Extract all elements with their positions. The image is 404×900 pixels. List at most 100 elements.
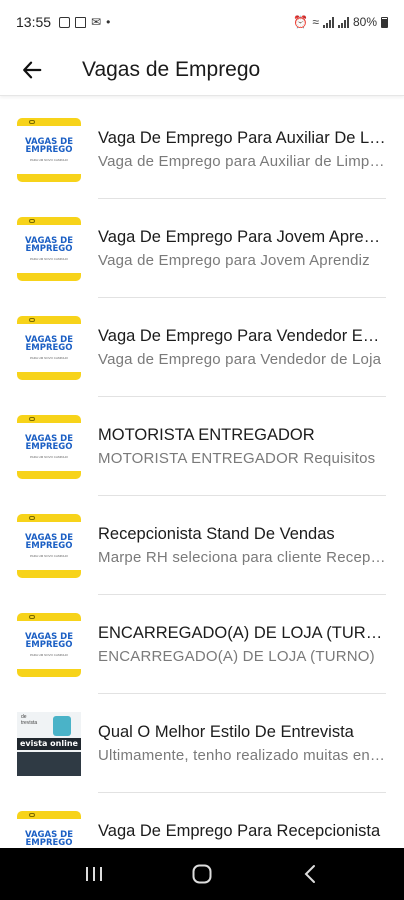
- list-item-title: MOTORISTA ENTREGADOR: [98, 426, 315, 444]
- image-icon: [59, 16, 71, 28]
- list-item-subtitle: Vaga de Emprego para Jovem Aprendiz: [98, 252, 370, 269]
- logo-subtext: PARA UM NOVO CAMINHO: [30, 454, 68, 459]
- logo-text: VAGAS DE EMPREGO: [24, 433, 74, 452]
- list-item-subtitle: ENCARREGADO(A) DE LOJA (TURNO): [98, 648, 375, 665]
- list-item-subtitle: MOTORISTA ENTREGADOR Requisitos: [98, 450, 376, 467]
- list-item-title: Vaga De Emprego Para Jovem Aprendiz: [98, 228, 386, 246]
- list-item-subtitle: Vaga de Emprego para Auxiliar de Limpeza: [98, 153, 386, 170]
- clip-icon: [29, 614, 35, 619]
- job-thumbnail: VAGAS DE EMPREGO PARA UM NOVO CAMINHO: [17, 612, 81, 677]
- clip-icon: [29, 119, 35, 124]
- list-item-text: ENCARREGADO(A) DE LOJA (TURNO) ENCARREGAD…: [98, 624, 404, 665]
- list-item-text: Qual O Melhor Estilo De Entrevista Ultima…: [98, 723, 404, 764]
- list-item-subtitle: Marpe RH seleciona para cliente Recepcio…: [98, 549, 386, 566]
- list-item-title: Vaga De Emprego Para Vendedor Externo: [98, 327, 386, 345]
- thumb-text: evista online: [17, 737, 81, 750]
- screen-icon: [75, 16, 87, 28]
- logo-text: VAGAS DE EMPREGO: [24, 136, 74, 155]
- status-bar: 13:55 ✉ • ⏰ ≈ 80%: [0, 0, 404, 44]
- battery-icon: [381, 16, 388, 28]
- job-thumbnail: VAGAS DE EMPREGO PARA UM NOVO CAMINHO: [17, 117, 81, 182]
- list-item[interactable]: VAGAS DE EMPREGO PARA UM NOVO CAMINHO Vaga…: [0, 100, 404, 199]
- list-item-text: Vaga De Emprego Para Jovem Aprendiz Vaga …: [98, 228, 404, 269]
- signal-icon: [337, 16, 349, 28]
- logo-subtext: PARA UM NOVO CAMINHO: [30, 652, 68, 657]
- clip-icon: [29, 812, 35, 817]
- logo-card: VAGAS DE EMPREGOPARA UM NOVO CAMINHO: [17, 818, 81, 848]
- list-item-text: Vaga De Emprego Para Vendedor Externo Vag…: [98, 327, 404, 368]
- list-item[interactable]: VAGAS DE EMPREGO PARA UM NOVO CAMINHO Vaga…: [0, 199, 404, 298]
- logo-card: VAGAS DE EMPREGO PARA UM NOVO CAMINHO: [17, 323, 81, 372]
- recents-button[interactable]: [64, 848, 124, 900]
- logo-text: VAGAS DE EMPREGO: [24, 235, 74, 254]
- list-item[interactable]: VAGAS DE EMPREGO PARA UM NOVO CAMINHO Rece…: [0, 496, 404, 595]
- entrevista-image: de trevista evista online: [17, 711, 81, 776]
- arrow-left-icon: [23, 61, 42, 78]
- job-thumbnail: VAGAS DE EMPREGO PARA UM NOVO CAMINHO: [17, 315, 81, 380]
- home-icon: [192, 864, 212, 884]
- list-item-title: Vaga De Emprego Para Auxiliar De Limpeza: [98, 129, 386, 147]
- job-list[interactable]: VAGAS DE EMPREGO PARA UM NOVO CAMINHO Vaga…: [0, 100, 404, 848]
- vagas-logo: VAGAS DE EMPREGO PARA UM NOVO CAMINHO: [17, 414, 81, 479]
- vagas-logo: VAGAS DE EMPREGO PARA UM NOVO CAMINHO: [17, 117, 81, 182]
- logo-card: VAGAS DE EMPREGO PARA UM NOVO CAMINHO: [17, 521, 81, 570]
- logo-text: VAGAS DE EMPREGO: [24, 631, 74, 650]
- clip-icon: [29, 317, 35, 322]
- clip-icon: [29, 218, 35, 223]
- list-item[interactable]: VAGAS DE EMPREGO PARA UM NOVO CAMINHO ENCA…: [0, 595, 404, 694]
- logo-subtext: PARA UM NOVO CAMINHO: [30, 157, 68, 162]
- list-item[interactable]: de trevista evista online Qual O Melhor Es…: [0, 694, 404, 793]
- logo-subtext: PARA UM NOVO CAMINHO: [30, 553, 68, 558]
- job-thumbnail: de trevista evista online: [17, 711, 81, 776]
- job-thumbnail: VAGAS DE EMPREGO PARA UM NOVO CAMINHO: [17, 414, 81, 479]
- clip-icon: [29, 416, 35, 421]
- thumb-bottom: [17, 751, 81, 776]
- list-item[interactable]: VAGAS DE EMPREGO PARA UM NOVO CAMINHO Vaga…: [0, 298, 404, 397]
- list-item-text: Vaga De Emprego Para Auxiliar De Limpeza…: [98, 129, 404, 170]
- back-icon: [304, 865, 315, 883]
- app-bar: Vagas de Emprego: [0, 44, 404, 96]
- logo-card: VAGAS DE EMPREGO PARA UM NOVO CAMINHO: [17, 422, 81, 471]
- list-item-title: Recepcionista Stand De Vendas: [98, 525, 335, 543]
- vagas-logo: VAGAS DE EMPREGO PARA UM NOVO CAMINHO: [17, 513, 81, 578]
- list-item-text: MOTORISTA ENTREGADOR MOTORISTA ENTREGADOR…: [98, 426, 404, 467]
- wifi-icon: ≈: [312, 15, 319, 29]
- vagas-logo: VAGAS DE EMPREGO PARA UM NOVO CAMINHO: [17, 612, 81, 677]
- clip-icon: [29, 515, 35, 520]
- logo-text: VAGAS DE EMPREGO: [24, 829, 74, 848]
- alarm-icon: ⏰: [293, 15, 309, 29]
- system-back-button[interactable]: [280, 848, 340, 900]
- vagas-logo: VAGAS DE EMPREGO PARA UM NOVO CAMINHO: [17, 315, 81, 380]
- thumb-text: de trevista: [21, 713, 38, 726]
- page-title: Vagas de Emprego: [82, 57, 261, 81]
- list-item-text: Vaga De Emprego Para RecepcionistaVaga d…: [98, 822, 404, 848]
- list-item-subtitle: Vaga de Emprego para Vendedor de Loja: [98, 351, 382, 368]
- logo-text: VAGAS DE EMPREGO: [24, 532, 74, 551]
- logo-card: VAGAS DE EMPREGO PARA UM NOVO CAMINHO: [17, 620, 81, 669]
- vagas-logo: VAGAS DE EMPREGOPARA UM NOVO CAMINHO: [17, 810, 81, 848]
- list-item-subtitle: Ultimamente, tenho realizado muitas entr…: [98, 747, 386, 764]
- list-item[interactable]: VAGAS DE EMPREGO PARA UM NOVO CAMINHO MOTO…: [0, 397, 404, 496]
- recents-icon: [86, 867, 102, 881]
- notification-icons: ✉ •: [59, 15, 110, 29]
- logo-subtext: PARA UM NOVO CAMINHO: [30, 256, 68, 261]
- dot-icon: •: [106, 15, 111, 29]
- logo-card: VAGAS DE EMPREGO PARA UM NOVO CAMINHO: [17, 224, 81, 273]
- status-time: 13:55: [16, 14, 52, 30]
- logo-text: VAGAS DE EMPREGO: [24, 334, 74, 353]
- job-thumbnail: VAGAS DE EMPREGO PARA UM NOVO CAMINHO: [17, 513, 81, 578]
- list-item-text: Recepcionista Stand De Vendas Marpe RH se…: [98, 525, 404, 566]
- navigation-bar: [0, 848, 404, 900]
- logo-subtext: PARA UM NOVO CAMINHO: [30, 355, 68, 360]
- job-thumbnail: VAGAS DE EMPREGOPARA UM NOVO CAMINHO: [17, 810, 81, 848]
- back-button[interactable]: [0, 44, 64, 96]
- battery-text: 80%: [352, 15, 377, 29]
- list-item[interactable]: VAGAS DE EMPREGOPARA UM NOVO CAMINHO Vaga…: [0, 793, 404, 848]
- home-button[interactable]: [172, 848, 232, 900]
- signal-icon: [322, 16, 334, 28]
- vagas-logo: VAGAS DE EMPREGO PARA UM NOVO CAMINHO: [17, 216, 81, 281]
- person-figure: [53, 715, 71, 736]
- mail-icon: ✉: [91, 15, 102, 29]
- list-item-title: ENCARREGADO(A) DE LOJA (TURNO): [98, 624, 386, 642]
- list-item-title: Vaga De Emprego Para Recepcionista: [98, 822, 381, 840]
